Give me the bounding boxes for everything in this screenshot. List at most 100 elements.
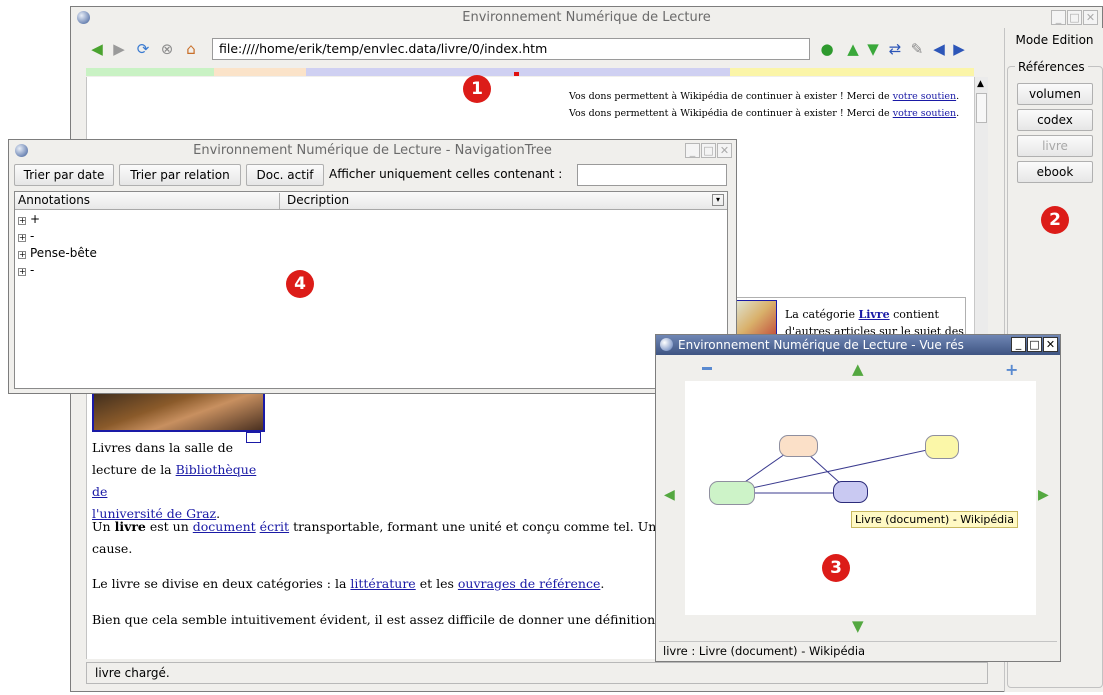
- table-header: Annotations Decription ▾: [15, 192, 727, 210]
- graph-titlebar: Environnement Numérique de Lecture - Vue…: [656, 335, 1060, 355]
- navtree-window-controls: _ □ ✕: [685, 143, 732, 159]
- prev-icon[interactable]: ◀: [930, 40, 948, 58]
- scrollbar-thumb[interactable]: [976, 93, 987, 123]
- navigation-tree-window: Environnement Numérique de Lecture - Nav…: [8, 139, 737, 394]
- marker-1: 1: [463, 75, 491, 103]
- marker-3: 3: [822, 554, 850, 582]
- graph-status-bar: livre : Livre (document) - Wikipédia: [659, 641, 1057, 659]
- graph-window-controls: _ □ ✕: [1011, 337, 1058, 352]
- node-tooltip: Livre (document) - Wikipédia: [851, 511, 1018, 528]
- home-icon[interactable]: ⌂: [182, 40, 200, 58]
- image-caption: Livres dans la salle de lecture de la Bi…: [92, 440, 257, 521]
- main-titlebar: Environnement Numérique de Lecture _ □ ✕: [71, 7, 1102, 29]
- browser-toolbar: ◀ ▶ ⟳ ⊗ ⌂ file:////home/erik/temp/envlec…: [86, 38, 974, 62]
- column-chooser-icon[interactable]: ▾: [712, 194, 724, 206]
- ebook-button[interactable]: ebook: [1017, 161, 1093, 183]
- column-header-annotations[interactable]: Annotations: [18, 193, 280, 209]
- paragraph-1: Un livre est un document écrit transport…: [92, 519, 662, 556]
- navtree-titlebar: Environnement Numérique de Lecture - Nav…: [9, 140, 736, 162]
- expand-icon[interactable]: +: [18, 268, 26, 276]
- graph-window-title: Environnement Numérique de Lecture - Vue…: [678, 338, 964, 352]
- sort-by-relation-button[interactable]: Trier par relation: [119, 164, 241, 186]
- filter-input[interactable]: [577, 164, 727, 186]
- navtree-maximize-button[interactable]: □: [701, 143, 716, 158]
- support-link-1[interactable]: votre soutien: [893, 91, 956, 102]
- litterature-link[interactable]: littérature: [350, 576, 415, 591]
- navtree-app-icon: [15, 144, 28, 157]
- pan-up-icon[interactable]: ▲: [852, 360, 864, 378]
- donation-notice-2: Vos dons permettent à Wikipédia de conti…: [569, 108, 960, 119]
- forward-arrow-icon[interactable]: ▶: [110, 40, 128, 58]
- filter-label: Afficher uniquement celles contenant :: [329, 167, 563, 181]
- navtree-title: Environnement Numérique de Lecture - Nav…: [193, 143, 552, 158]
- link-icon[interactable]: ⇄: [886, 40, 904, 58]
- sort-by-date-button[interactable]: Trier par date: [14, 164, 114, 186]
- donation-notice-1: Vos dons permettent à Wikipédia de conti…: [569, 91, 960, 102]
- maximize-button[interactable]: □: [1067, 10, 1082, 25]
- up-arrow-icon[interactable]: ▲: [844, 40, 862, 58]
- graph-node-yellow[interactable]: [925, 435, 959, 459]
- app-icon: [77, 11, 90, 24]
- reload-icon[interactable]: ⟳: [134, 40, 152, 58]
- ouvrages-reference-link[interactable]: ouvrages de référence: [458, 576, 600, 591]
- back-arrow-icon[interactable]: ◀: [88, 40, 106, 58]
- column-header-description[interactable]: Decription: [287, 193, 349, 207]
- graph-node-peach[interactable]: [779, 435, 818, 457]
- tree-row[interactable]: + -: [18, 263, 34, 277]
- expand-icon[interactable]: +: [18, 251, 26, 259]
- tree-row[interactable]: + Pense-bête: [18, 246, 97, 260]
- expand-icon[interactable]: +: [18, 234, 26, 242]
- volumen-button[interactable]: volumen: [1017, 83, 1093, 105]
- graph-maximize-button[interactable]: □: [1027, 337, 1042, 352]
- graph-close-button[interactable]: ✕: [1043, 337, 1058, 352]
- paragraph-2: Le livre se divise en deux catégories : …: [92, 576, 605, 591]
- expand-icon[interactable]: +: [18, 217, 26, 225]
- codex-button[interactable]: codex: [1017, 109, 1093, 131]
- graph-node-green[interactable]: [709, 481, 755, 505]
- close-button[interactable]: ✕: [1083, 10, 1098, 25]
- pan-right-icon[interactable]: ▶: [1038, 487, 1049, 503]
- graph-app-icon: [660, 338, 673, 351]
- graph-minimize-button[interactable]: _: [1011, 337, 1026, 352]
- livre-button[interactable]: livre: [1017, 135, 1093, 157]
- color-bar-yellow: [730, 68, 974, 76]
- marker-4: 4: [286, 270, 314, 298]
- color-bar-peach: [214, 68, 306, 76]
- active-doc-button[interactable]: Doc. actif: [246, 164, 324, 186]
- document-link[interactable]: document: [193, 519, 256, 534]
- graph-view-window: Environnement Numérique de Lecture - Vue…: [655, 334, 1061, 662]
- references-label: Références: [1015, 60, 1088, 74]
- annotation-table: Annotations Decription ▾ + + + - + Pense-bê…: [14, 191, 728, 389]
- category-livre-link[interactable]: Livre: [858, 308, 889, 321]
- book-image[interactable]: [92, 388, 265, 432]
- pan-left-icon[interactable]: ◀: [664, 487, 675, 503]
- marker-2: 2: [1041, 206, 1069, 234]
- graph-canvas[interactable]: Livre (document) - Wikipédia: [685, 381, 1036, 615]
- down-arrow-icon[interactable]: ▼: [864, 40, 882, 58]
- navtree-minimize-button[interactable]: _: [685, 143, 700, 158]
- graph-node-active[interactable]: [833, 481, 868, 503]
- navtree-close-button[interactable]: ✕: [717, 143, 732, 158]
- pan-down-icon[interactable]: ▼: [852, 617, 864, 635]
- main-window-controls: _ □ ✕: [1051, 10, 1098, 26]
- status-bar: livre chargé.: [86, 662, 988, 684]
- minimize-button[interactable]: _: [1051, 10, 1066, 25]
- support-link-2[interactable]: votre soutien: [893, 108, 956, 119]
- ecrit-link[interactable]: écrit: [260, 519, 289, 534]
- color-bar-marker: [514, 72, 519, 76]
- status-text: livre chargé.: [95, 666, 170, 680]
- zoom-out-icon[interactable]: [702, 367, 712, 370]
- edit-icon[interactable]: ✎: [908, 40, 926, 58]
- zoom-in-icon[interactable]: +: [1005, 360, 1018, 379]
- stop-icon[interactable]: ⊗: [158, 40, 176, 58]
- next-icon[interactable]: ▶: [950, 40, 968, 58]
- main-window-title: Environnement Numérique de Lecture: [462, 10, 711, 25]
- mode-edition-button[interactable]: Mode Edition: [1008, 30, 1101, 52]
- tree-row[interactable]: + -: [18, 229, 34, 243]
- color-bar-green: [86, 68, 214, 76]
- scroll-up-icon[interactable]: ▲: [977, 79, 984, 89]
- paragraph-3: Bien que cela semble intuitivement évide…: [92, 612, 662, 627]
- url-field[interactable]: file:////home/erik/temp/envlec.data/livr…: [212, 38, 810, 60]
- go-icon[interactable]: ●: [818, 40, 836, 58]
- tree-row[interactable]: + +: [18, 212, 40, 226]
